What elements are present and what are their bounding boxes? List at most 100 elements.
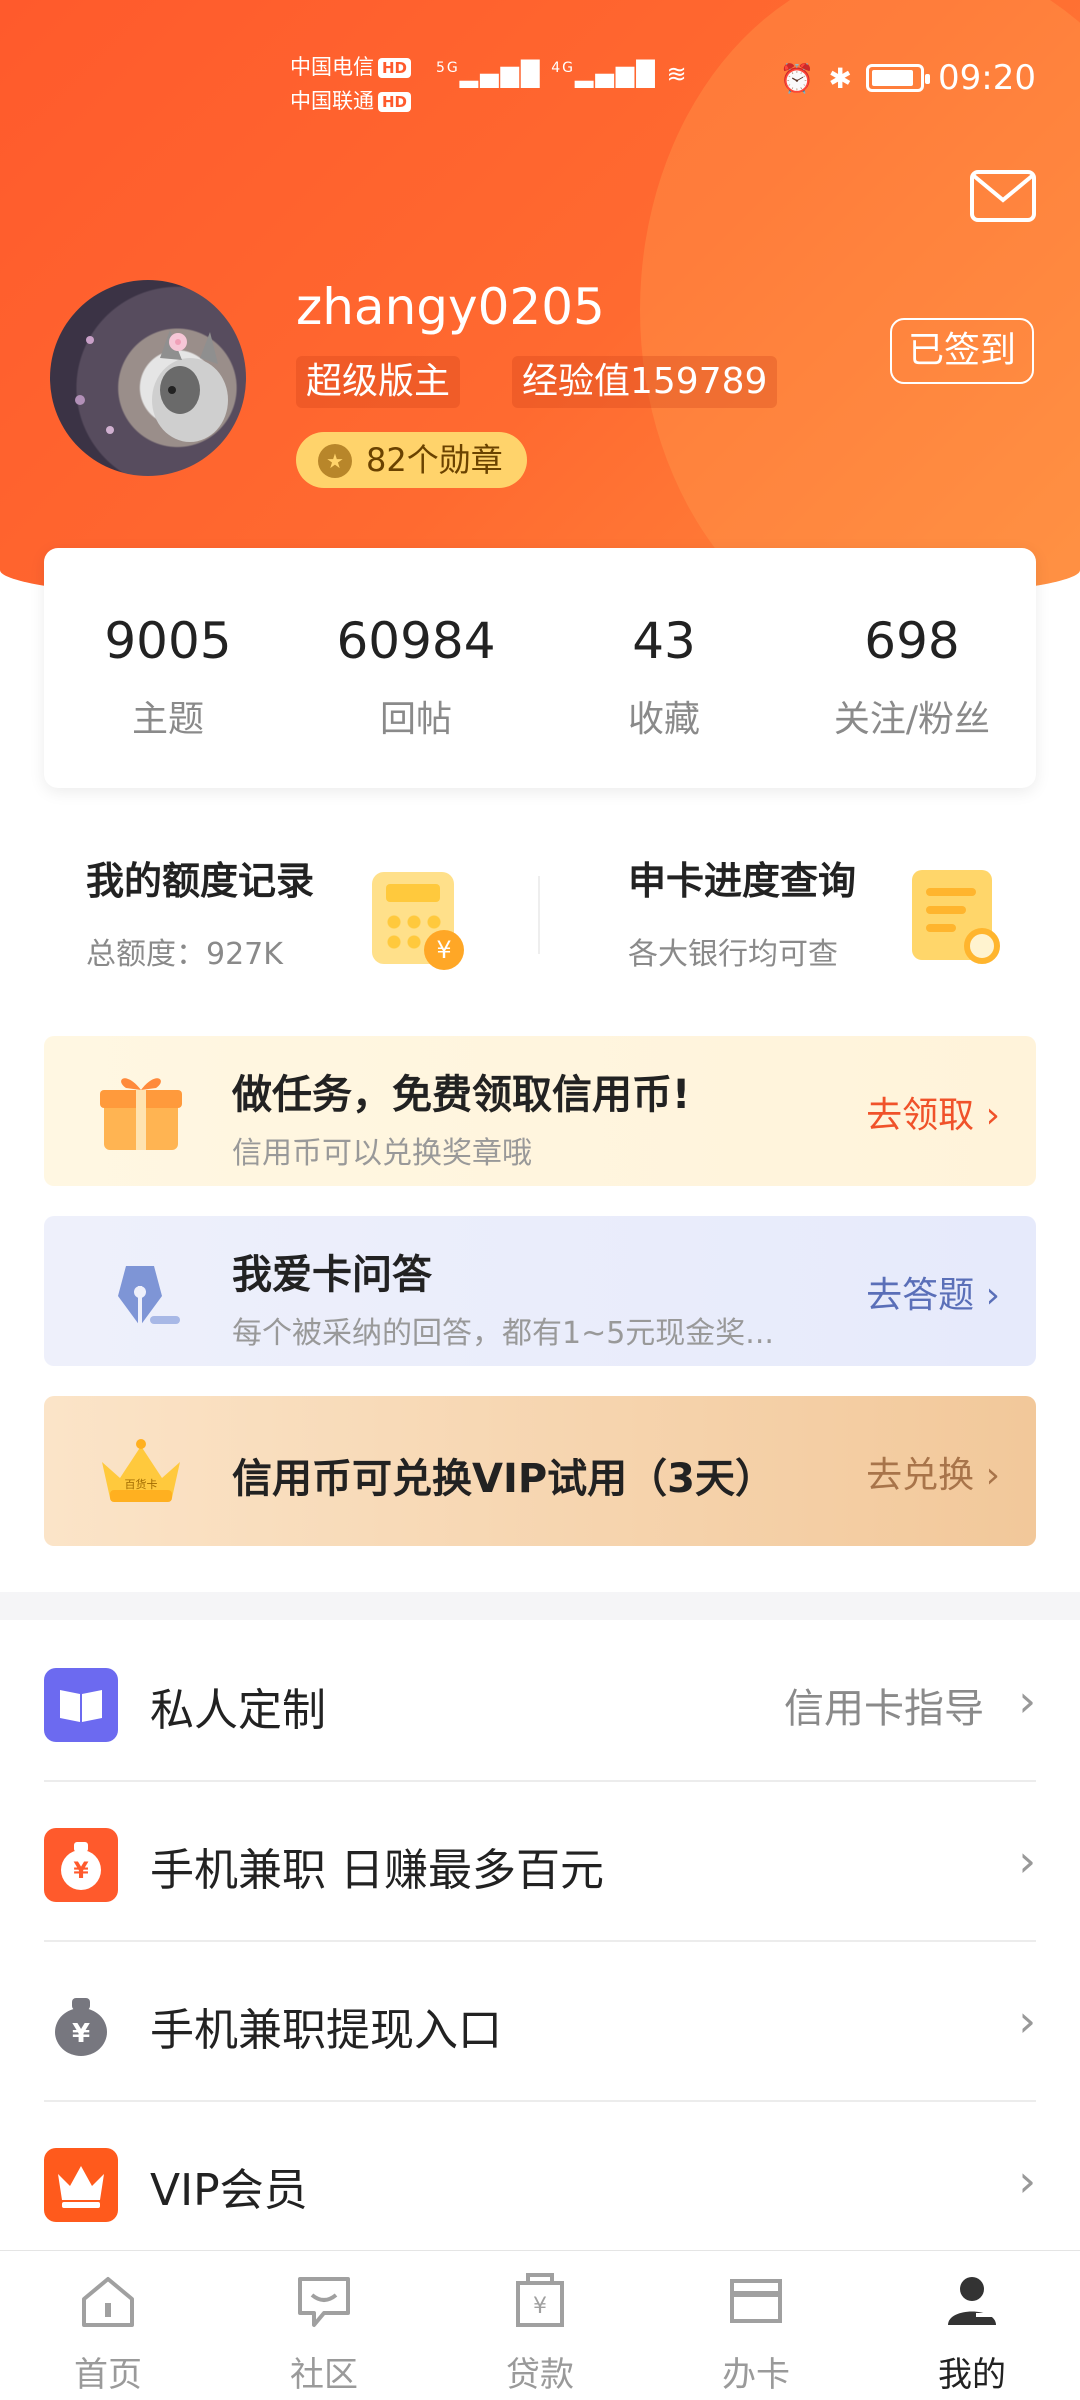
document-search-icon: [912, 870, 1000, 964]
network-4g: 4G: [551, 60, 575, 76]
stat-label: 收藏: [627, 699, 700, 740]
signal-icons: 5G▂▄▆█ 4G▂▄▆█ ≋: [436, 60, 689, 88]
stats-card: 9005 主题 60984 回帖 43 收藏 698 关注/粉丝: [44, 548, 1036, 788]
mail-icon[interactable]: [970, 170, 1036, 222]
nav-loan[interactable]: ¥ 贷款: [432, 2251, 648, 2400]
stat-value: 9005: [104, 612, 232, 670]
wifi-icon: ≋: [666, 60, 689, 88]
chat-icon: [298, 2277, 350, 2327]
battery-icon: [866, 64, 931, 92]
qa-banner[interactable]: 我爱卡问答 每个被采纳的回答，都有1~5元现金奖... 去答题 ›: [44, 1216, 1036, 1366]
gift-icon: [100, 1078, 182, 1150]
stat-label: 回帖: [379, 699, 452, 740]
alarm-icon: ⏰: [779, 61, 815, 95]
medal-icon: ★: [318, 444, 352, 478]
nav-card[interactable]: 办卡: [648, 2251, 864, 2400]
qa-subtitle: 每个被采纳的回答，都有1~5元现金奖...: [232, 1316, 774, 1351]
carrier-1: 中国电信: [290, 55, 374, 79]
vip-crown-icon: [44, 2148, 118, 2222]
status-right: ⏰ ✱ 09:20: [780, 58, 1036, 98]
nav-mine[interactable]: 我的: [864, 2251, 1080, 2400]
signal-icon: ▂▄▆█: [575, 60, 657, 88]
bluetooth-icon: ✱: [828, 61, 853, 95]
signal-icon: ▂▄▆█: [459, 60, 542, 88]
medals-badge[interactable]: ★ 82个勋章: [296, 432, 527, 488]
username: zhangy0205: [296, 278, 605, 336]
pen-icon: [118, 1266, 180, 1326]
chevron-right-icon: ›: [1018, 1996, 1036, 2047]
chevron-right-icon: ›: [1018, 1836, 1036, 1887]
list-item-vip[interactable]: VIP会员 ›: [44, 2102, 1036, 2262]
credit-record-sub: 总额度：927K: [86, 937, 283, 972]
carrier-info: 中国电信 HD 中国联通 HD: [290, 50, 412, 118]
nav-home[interactable]: 首页: [0, 2251, 216, 2400]
stat-follows[interactable]: 698 关注/粉丝: [788, 548, 1036, 788]
user-icon: [948, 2277, 996, 2325]
chevron-right-icon: ›: [1018, 2156, 1036, 2207]
network-5g: 5G: [436, 60, 460, 76]
medals-count: 82个勋章: [366, 441, 503, 479]
task-action-link[interactable]: 去领取 ›: [866, 1086, 1000, 1138]
yen-bag-icon: ¥: [44, 1988, 118, 2062]
crown-icon: 百货卡: [102, 1439, 180, 1502]
book-icon: [44, 1668, 118, 1742]
stat-value: 698: [864, 612, 960, 670]
quick-entries: 我的额度记录 总额度：927K ¥ 申卡进度查询 各大银行均可查: [0, 850, 1080, 980]
crown-label: 百货卡: [125, 1477, 158, 1491]
chevron-right-icon: ›: [1018, 1676, 1036, 1727]
list-item-title: VIP会员: [150, 2165, 308, 2216]
qa-title: 我爱卡问答: [232, 1252, 432, 1298]
nav-label: 社区: [290, 2355, 358, 2395]
vip-action-link[interactable]: 去兑换 ›: [866, 1446, 1000, 1498]
stat-favorites[interactable]: 43 收藏: [540, 548, 788, 788]
profile-header: 中国电信 HD 中国联通 HD 5G▂▄▆█ 4G▂▄▆█ ≋ ⏰ ✱ 09:20: [0, 0, 1080, 610]
stat-label: 主题: [131, 699, 204, 740]
nav-label: 首页: [74, 2355, 142, 2395]
avatar[interactable]: [50, 280, 246, 476]
nav-label: 办卡: [722, 2355, 790, 2395]
hd-badge: HD: [378, 92, 412, 112]
credit-record-entry[interactable]: 我的额度记录 总额度：927K: [86, 850, 314, 973]
card-progress-entry[interactable]: 申卡进度查询 各大银行均可查: [628, 850, 856, 973]
stat-value: 43: [632, 612, 696, 670]
hd-badge: HD: [378, 58, 412, 78]
home-icon: [82, 2277, 134, 2327]
task-subtitle: 信用币可以兑换奖章哦: [232, 1136, 532, 1171]
stat-topics[interactable]: 9005 主题: [44, 548, 292, 788]
cat-avatar-image: [75, 330, 228, 442]
svg-text:¥: ¥: [533, 2294, 547, 2319]
card-icon: [730, 2279, 782, 2323]
nav-community[interactable]: 社区: [216, 2251, 432, 2400]
vip-banner[interactable]: 百货卡 信用币可兑换VIP试用（3天） 去兑换 ›: [44, 1396, 1036, 1546]
money-bag-icon: ¥: [44, 1828, 118, 1902]
svg-text:¥: ¥: [73, 1859, 89, 1884]
role-badge: 超级版主: [296, 356, 461, 408]
credit-record-title: 我的额度记录: [86, 859, 315, 903]
nav-label: 贷款: [506, 2355, 574, 2395]
bottom-nav: 首页 社区 ¥ 贷款 办卡 我的: [0, 2250, 1080, 2400]
list-item-right-text: 信用卡指导: [784, 1686, 984, 1732]
list-item-withdraw[interactable]: ¥ 手机兼职提现入口 ›: [44, 1942, 1036, 2102]
stat-value: 60984: [336, 612, 496, 670]
status-bar: 中国电信 HD 中国联通 HD 5G▂▄▆█ 4G▂▄▆█ ≋ ⏰ ✱ 09:20: [0, 44, 1080, 114]
list-item-title: 私人定制: [150, 1685, 326, 1736]
task-banner[interactable]: 做任务，免费领取信用币! 信用币可以兑换奖章哦 去领取 ›: [44, 1036, 1036, 1186]
stat-replies[interactable]: 60984 回帖: [292, 548, 540, 788]
list-item-title: 手机兼职 日赚最多百元: [150, 1845, 604, 1896]
exp-badge: 经验值159789: [512, 356, 778, 408]
vip-title: 信用币可兑换VIP试用（3天）: [232, 1456, 775, 1502]
stat-label: 关注/粉丝: [833, 699, 991, 740]
qa-action-link[interactable]: 去答题 ›: [866, 1266, 1000, 1318]
divider: [538, 876, 540, 954]
task-title: 做任务，免费领取信用币!: [232, 1072, 691, 1118]
section-separator: [0, 1592, 1080, 1620]
list-item-private-custom[interactable]: 私人定制 信用卡指导 ›: [44, 1622, 1036, 1782]
list-item-part-time[interactable]: ¥ 手机兼职 日赚最多百元 ›: [44, 1782, 1036, 1942]
loan-icon: ¥: [516, 2273, 564, 2327]
nav-label: 我的: [938, 2355, 1006, 2395]
calculator-icon: ¥: [372, 872, 464, 970]
card-progress-title: 申卡进度查询: [628, 859, 857, 903]
carrier-2: 中国联通: [290, 89, 374, 113]
signed-in-button[interactable]: 已签到: [890, 318, 1034, 384]
svg-text:¥: ¥: [72, 2019, 90, 2049]
